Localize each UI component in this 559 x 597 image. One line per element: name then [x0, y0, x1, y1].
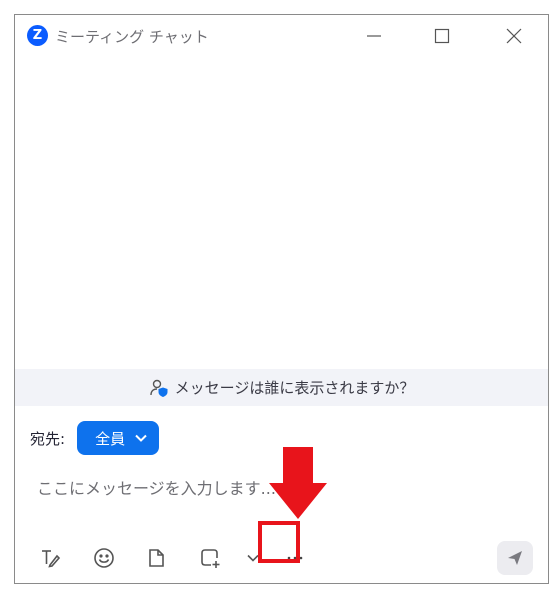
format-icon — [42, 550, 61, 568]
maximize-button[interactable] — [419, 21, 465, 51]
minimize-icon — [367, 35, 381, 37]
annotation-highlight-box — [258, 521, 300, 563]
screenshot-button[interactable] — [193, 541, 227, 575]
message-input[interactable] — [37, 473, 477, 503]
window-title: ミーティング チャット — [55, 28, 209, 46]
visibility-info-text: メッセージは誰に表示されますか？ — [174, 379, 415, 397]
file-icon — [149, 549, 164, 567]
minimize-button[interactable] — [351, 21, 397, 51]
annotation-arrow-icon — [269, 447, 327, 519]
emoji-icon — [94, 548, 114, 568]
chat-message-area — [15, 57, 548, 369]
screenshot-icon — [201, 549, 220, 568]
recipient-dropdown[interactable]: 全員 — [77, 421, 160, 455]
title-bar[interactable]: Z ミーティング チャット — [15, 15, 548, 57]
send-icon — [508, 551, 522, 565]
maximize-icon — [434, 28, 450, 44]
chevron-down-icon — [135, 434, 147, 442]
zoom-logo-icon: Z — [27, 25, 48, 46]
close-button[interactable] — [491, 21, 537, 51]
send-button[interactable] — [497, 541, 533, 575]
recipient-value: 全員 — [95, 429, 126, 448]
emoji-button[interactable] — [87, 541, 121, 575]
visibility-info-bar[interactable]: メッセージは誰に表示されますか？ — [15, 369, 548, 406]
close-icon — [506, 28, 522, 44]
person-shield-icon — [149, 379, 168, 397]
recipient-label: 宛先: — [30, 429, 66, 448]
format-button[interactable] — [33, 541, 67, 575]
recipient-row: 宛先: 全員 — [30, 420, 160, 456]
file-button[interactable] — [139, 541, 173, 575]
